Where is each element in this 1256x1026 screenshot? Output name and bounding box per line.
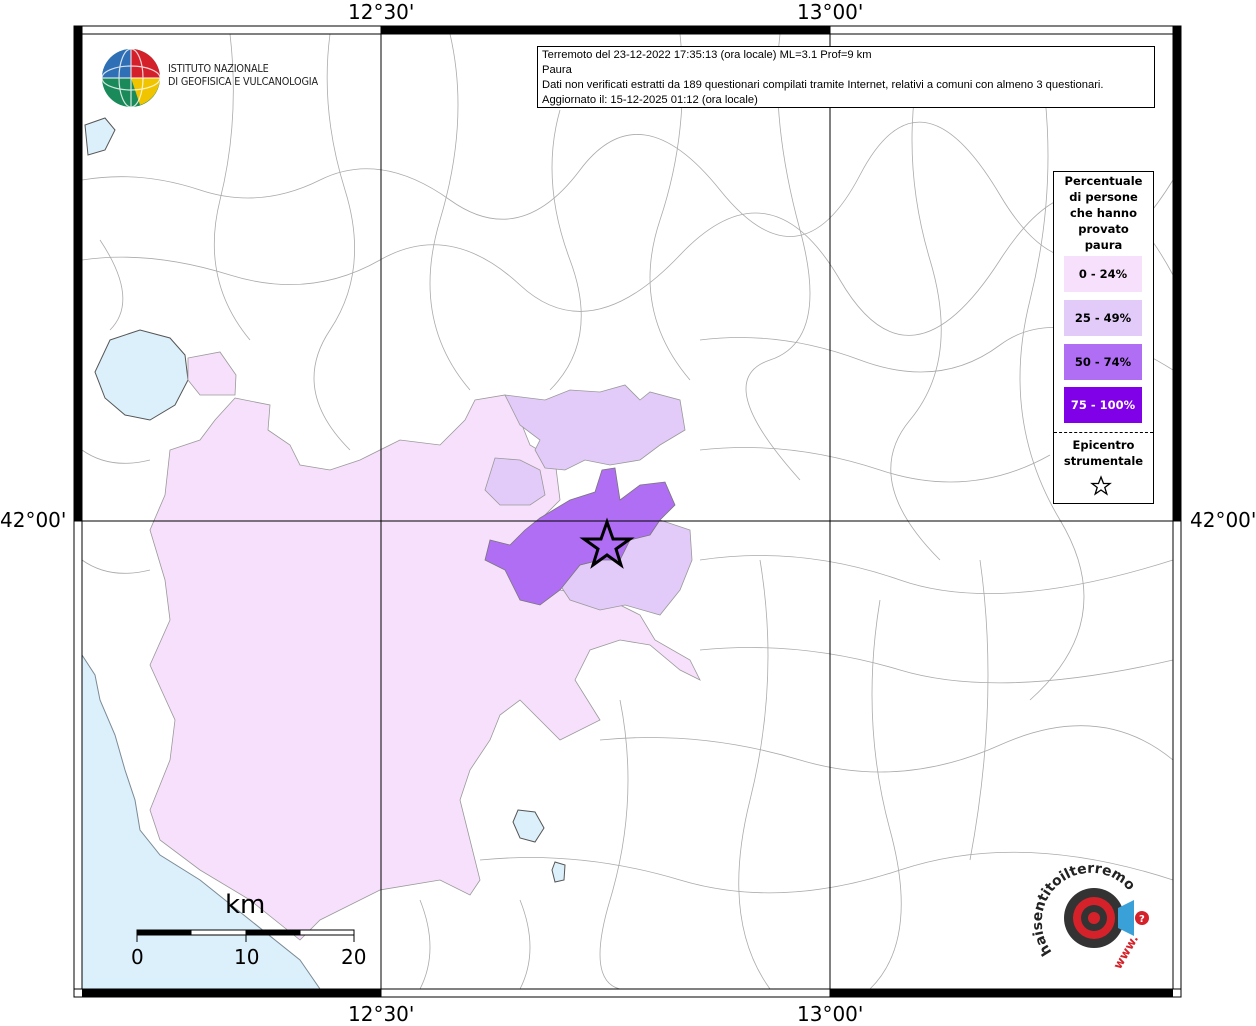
event-info-line3: Dati non verificati estratti da 189 ques… — [542, 79, 1104, 91]
bottom-lon-label-1: 12°30' — [348, 1002, 415, 1026]
scale-tick-20: 20 — [341, 945, 367, 969]
ingv-name-line1: ISTITUTO NAZIONALE — [168, 62, 269, 75]
legend-class-25-49: 25 - 49% — [1064, 300, 1142, 336]
ingv-logo — [100, 47, 162, 114]
svg-text:?: ? — [1139, 914, 1145, 925]
legend-class-50-74: 50 - 74% — [1064, 344, 1142, 380]
ingv-name: ISTITUTO NAZIONALE DI GEOFISICA E VULCAN… — [168, 62, 318, 88]
legend-star-icon — [1090, 475, 1112, 496]
legend-title-line: che hanno — [1069, 206, 1138, 220]
event-info-box: Terremoto del 23-12-2022 17:35:13 (ora l… — [537, 46, 1155, 108]
legend-title: Percentuale di persone che hanno provato… — [1054, 173, 1153, 253]
legend-class-75-100: 75 - 100% — [1064, 387, 1142, 423]
legend-class-0-24: 0 - 24% — [1064, 256, 1142, 292]
legend-title-line: Percentuale — [1064, 174, 1143, 188]
scale-tick-10: 10 — [234, 945, 260, 969]
ingv-name-line2: DI GEOFISICA E VULCANOLOGIA — [168, 75, 318, 88]
legend-epicenter-line: Epicentro — [1072, 438, 1135, 452]
right-lat-label: 42°00' — [1190, 508, 1256, 532]
legend-epicenter-line: strumentale — [1063, 454, 1144, 468]
legend: Percentuale di persone che hanno provato… — [1053, 171, 1154, 504]
scale-tick-0: 0 — [131, 945, 144, 969]
legend-title-line: provato — [1078, 222, 1129, 236]
scale-unit: km — [225, 890, 266, 920]
ingv-globe-icon — [101, 48, 161, 108]
top-lon-label-1: 12°30' — [348, 0, 415, 24]
left-lat-label: 42°00' — [0, 508, 67, 532]
legend-title-line: paura — [1084, 238, 1123, 252]
event-info-line1: Terremoto del 23-12-2022 17:35:13 (ora l… — [542, 49, 872, 61]
legend-separator — [1054, 432, 1153, 433]
legend-epicenter-title: Epicentro strumentale — [1054, 437, 1153, 469]
hst-target-icon: haisentitoilterremoto.it ? www. — [1025, 840, 1149, 972]
bottom-lon-label-2: 13°00' — [797, 1002, 864, 1026]
top-lon-label-2: 13°00' — [797, 0, 864, 24]
legend-title-line: di persone — [1069, 190, 1138, 204]
lake-nemi — [551, 861, 566, 883]
hst-logo: haisentitoilterremoto.it ? www. — [1025, 840, 1150, 982]
event-info-line4: Aggiornato il: 15-12-2025 01:12 (ora loc… — [542, 94, 758, 106]
event-info-line2: Paura — [542, 64, 572, 76]
